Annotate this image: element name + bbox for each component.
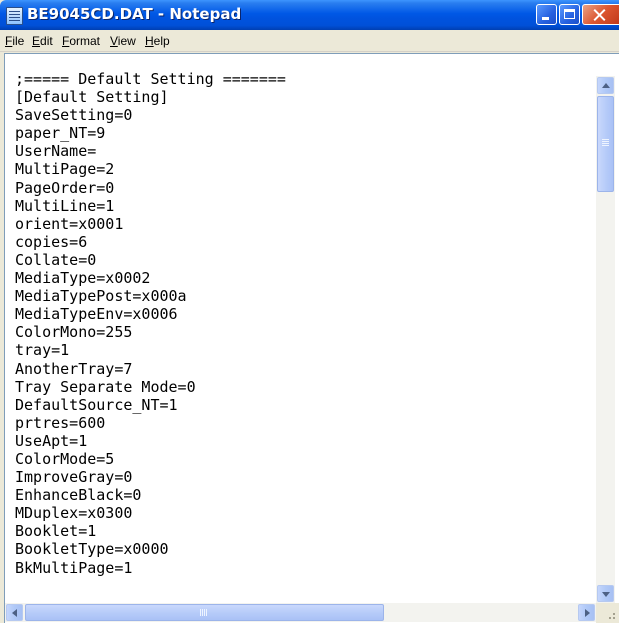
text-line[interactable]: EnhanceBlack=0 xyxy=(15,486,595,504)
menu-view[interactable]: View xyxy=(110,34,136,48)
vertical-scroll-thumb[interactable] xyxy=(597,96,614,192)
text-line[interactable]: UserName= xyxy=(15,142,595,160)
horizontal-scroll-thumb[interactable] xyxy=(25,604,384,621)
text-line[interactable]: BookletType=x0000 xyxy=(15,540,595,558)
text-line[interactable]: [Default Setting] xyxy=(15,88,595,106)
scroll-left-button[interactable] xyxy=(6,604,23,621)
text-line[interactable]: Booklet=1 xyxy=(15,522,595,540)
text-line[interactable]: MDuplex=x0300 xyxy=(15,504,595,522)
text-line[interactable]: BkMultiPage=1 xyxy=(15,559,595,577)
text-line[interactable]: paper_NT=9 xyxy=(15,124,595,142)
text-line[interactable]: copies=6 xyxy=(15,233,595,251)
text-content[interactable]: ;===== Default Setting ======= [Default S… xyxy=(15,70,595,602)
text-editor[interactable]: ;===== Default Setting ======= [Default S… xyxy=(4,53,619,623)
text-line[interactable]: MediaTypePost=x000a xyxy=(15,287,595,305)
vertical-scrollbar[interactable] xyxy=(596,76,615,603)
text-line[interactable]: PageOrder=0 xyxy=(15,179,595,197)
window-title: BE9045CD.DAT - Notepad xyxy=(27,5,242,23)
notepad-icon[interactable] xyxy=(6,7,23,25)
resize-grip[interactable] xyxy=(596,603,619,623)
text-line[interactable]: ;===== Default Setting ======= xyxy=(15,70,595,88)
maximize-button[interactable] xyxy=(559,4,580,25)
title-bar[interactable]: BE9045CD.DAT - Notepad xyxy=(0,0,619,30)
text-line[interactable]: tray=1 xyxy=(15,341,595,359)
horizontal-scrollbar[interactable] xyxy=(5,603,596,622)
notepad-window: BE9045CD.DAT - Notepad File Edit Format … xyxy=(0,0,619,623)
text-line[interactable]: MediaType=x0002 xyxy=(15,269,595,287)
close-button[interactable] xyxy=(582,4,619,25)
scroll-up-button[interactable] xyxy=(597,77,614,94)
menu-edit[interactable]: Edit xyxy=(32,34,53,48)
text-line[interactable]: Tray Separate Mode=0 xyxy=(15,378,595,396)
text-line[interactable]: DefaultSource_NT=1 xyxy=(15,396,595,414)
text-line[interactable]: ImproveGray=0 xyxy=(15,468,595,486)
menu-file[interactable]: File xyxy=(5,34,24,48)
scroll-down-button[interactable] xyxy=(597,585,614,602)
text-line[interactable]: MediaTypeEnv=x0006 xyxy=(15,305,595,323)
text-line[interactable]: MultiLine=1 xyxy=(15,197,595,215)
minimize-button[interactable] xyxy=(536,4,557,25)
text-line[interactable]: prtres=600 xyxy=(15,414,595,432)
menu-help[interactable]: Help xyxy=(145,34,170,48)
text-line[interactable]: MultiPage=2 xyxy=(15,160,595,178)
text-line[interactable]: AnotherTray=7 xyxy=(15,360,595,378)
text-line[interactable]: UseApt=1 xyxy=(15,432,595,450)
menu-bar: File Edit Format View Help xyxy=(0,30,619,52)
text-line[interactable]: ColorMono=255 xyxy=(15,323,595,341)
text-line[interactable]: orient=x0001 xyxy=(15,215,595,233)
text-line[interactable]: Collate=0 xyxy=(15,251,595,269)
text-line[interactable]: ColorMode=5 xyxy=(15,450,595,468)
scroll-right-button[interactable] xyxy=(578,604,595,621)
menu-format[interactable]: Format xyxy=(62,34,100,48)
text-line[interactable]: SaveSetting=0 xyxy=(15,106,595,124)
